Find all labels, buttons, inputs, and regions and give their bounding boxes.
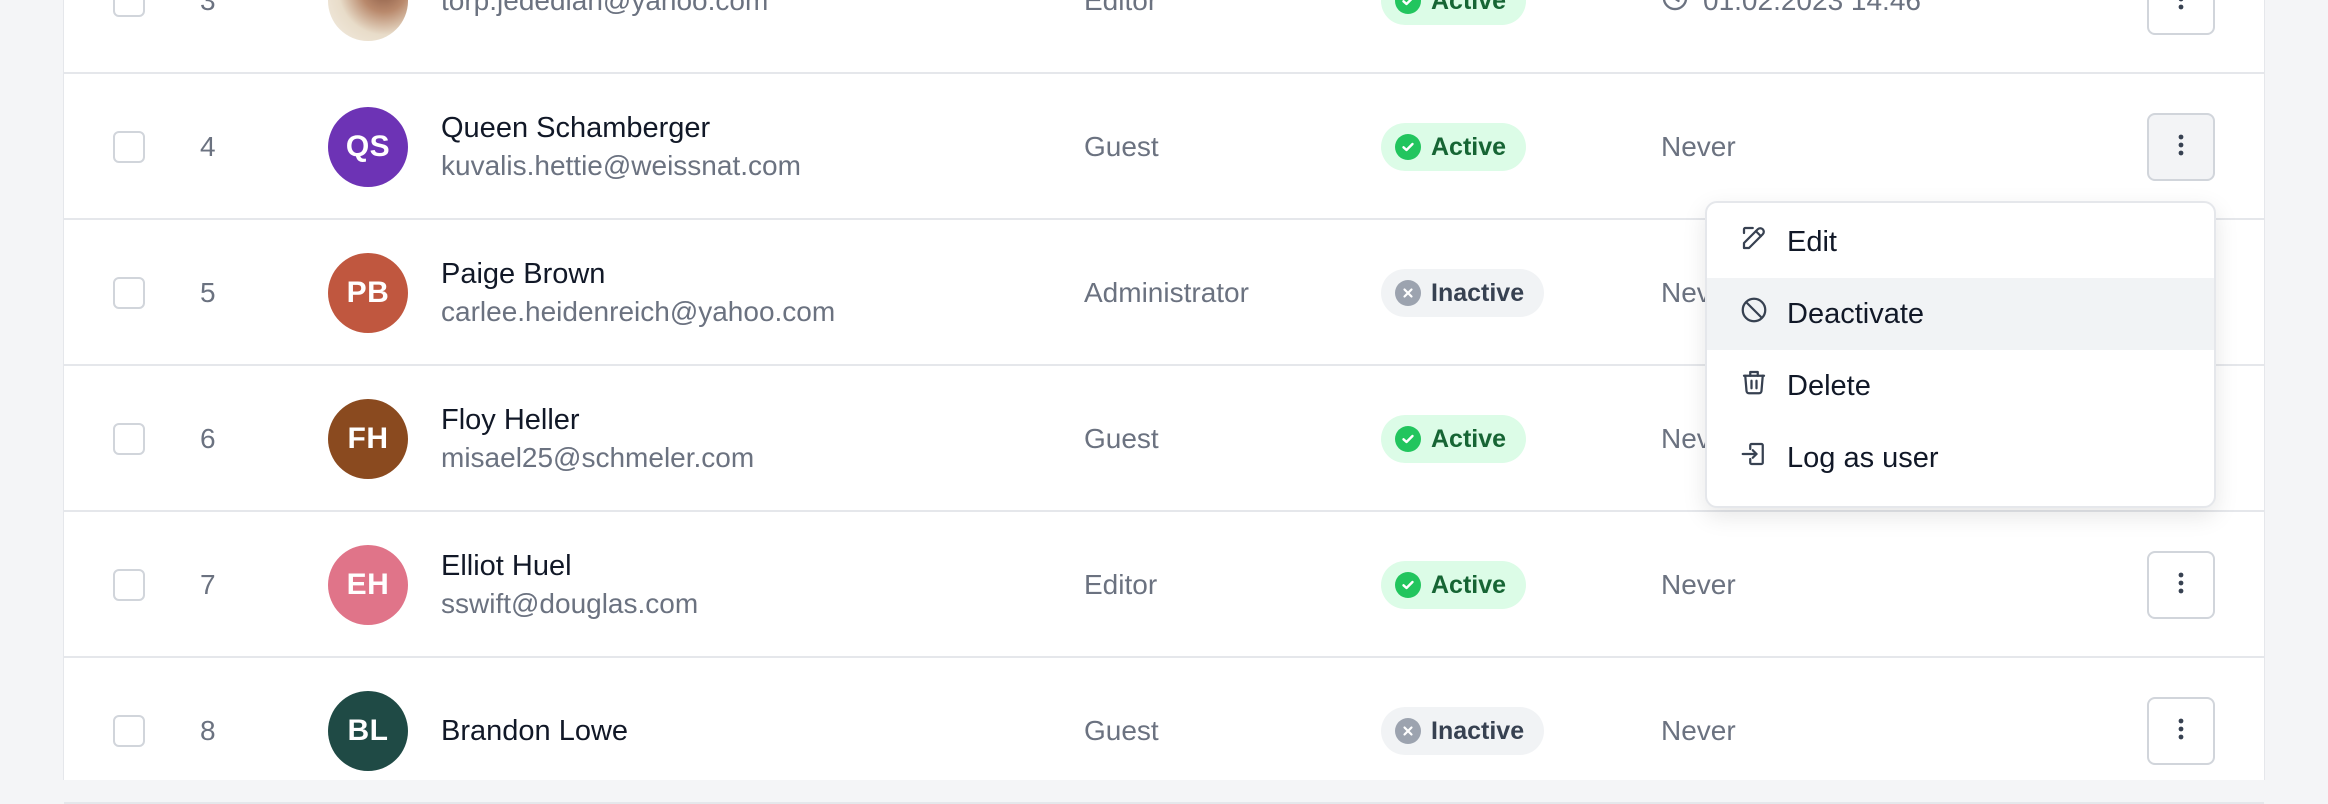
menu-item-edit[interactable]: Edit	[1707, 206, 2214, 278]
avatar: EH	[328, 545, 408, 625]
row-index: 8	[200, 715, 216, 746]
more-vertical-icon	[2178, 133, 2184, 162]
table-row: 7 EH Elliot Huel sswift@douglas.com Edit…	[64, 512, 2264, 658]
user-name: Floy Heller	[441, 404, 580, 436]
last-login: Never	[1661, 131, 1736, 162]
row-checkbox[interactable]	[113, 423, 145, 455]
user-name: Brandon Lowe	[441, 715, 629, 747]
user-email: torp.jedediah@yahoo.com	[441, 0, 769, 16]
avatar	[328, 0, 408, 41]
row-actions-button[interactable]	[2147, 113, 2215, 181]
ban-icon	[1739, 295, 1769, 333]
status-badge: Active	[1381, 415, 1527, 463]
user-role: Guest	[1084, 423, 1159, 454]
user-email: kuvalis.hettie@weissnat.com	[441, 150, 801, 181]
row-checkbox[interactable]	[113, 131, 145, 163]
check-circle-icon	[1395, 134, 1421, 160]
x-circle-icon	[1395, 280, 1421, 306]
user-role: Editor	[1084, 0, 1158, 16]
clock-icon	[1661, 0, 1689, 19]
user-name: Queen Schamberger	[441, 112, 711, 144]
last-login: Nev	[1661, 277, 1711, 308]
menu-item-label: Log as user	[1787, 441, 1939, 474]
row-actions-button[interactable]	[2147, 0, 2215, 35]
last-login: Never	[1661, 569, 1736, 600]
status-badge: Inactive	[1381, 269, 1545, 317]
user-email: misael25@schmeler.com	[441, 442, 755, 473]
status-label: Active	[1431, 132, 1507, 161]
user-role: Administrator	[1084, 277, 1249, 308]
status-badge: Active	[1381, 0, 1527, 25]
more-vertical-icon	[2178, 717, 2184, 746]
row-index: 7	[200, 569, 216, 600]
status-badge: Active	[1381, 561, 1527, 609]
status-label: Active	[1431, 424, 1507, 453]
menu-item-label: Edit	[1787, 225, 1837, 258]
row-actions-button[interactable]	[2147, 697, 2215, 765]
row-index: 6	[200, 423, 216, 454]
avatar: PB	[328, 253, 408, 333]
avatar: FH	[328, 399, 408, 479]
user-name: Elliot Huel	[441, 550, 572, 582]
last-login: Nev	[1661, 423, 1711, 454]
more-vertical-icon	[2178, 0, 2184, 16]
status-label: Inactive	[1431, 716, 1525, 745]
check-circle-icon	[1395, 572, 1421, 598]
login-icon	[1739, 439, 1769, 477]
row-actions-menu: Edit Deactivate Delete Log as user	[1705, 201, 2216, 508]
edit-icon	[1739, 223, 1769, 261]
check-circle-icon	[1395, 426, 1421, 452]
row-index: 3	[200, 0, 216, 16]
menu-item-label: Deactivate	[1787, 297, 1925, 330]
status-badge: Inactive	[1381, 707, 1545, 755]
user-email: carlee.heidenreich@yahoo.com	[441, 296, 836, 327]
trash-icon	[1739, 367, 1769, 405]
row-index: 4	[200, 131, 216, 162]
status-label: Inactive	[1431, 278, 1525, 307]
status-label: Active	[1431, 0, 1507, 15]
avatar: BL	[328, 691, 408, 771]
status-label: Active	[1431, 570, 1507, 599]
table-row: 4 QS Queen Schamberger kuvalis.hettie@we…	[64, 74, 2264, 220]
more-vertical-icon	[2178, 571, 2184, 600]
table-row: 3 torp.jedediah@yahoo.com Editor Active …	[64, 0, 2264, 74]
avatar: QS	[328, 107, 408, 187]
user-name: Paige Brown	[441, 258, 606, 290]
user-role: Guest	[1084, 131, 1159, 162]
user-role: Editor	[1084, 569, 1158, 600]
row-checkbox[interactable]	[113, 277, 145, 309]
menu-item-delete[interactable]: Delete	[1707, 350, 2214, 422]
row-checkbox[interactable]	[113, 715, 145, 747]
menu-item-deactivate[interactable]: Deactivate	[1707, 278, 2214, 350]
user-email: sswift@douglas.com	[441, 588, 699, 619]
user-role: Guest	[1084, 715, 1159, 746]
row-index: 5	[200, 277, 216, 308]
menu-item-label: Delete	[1787, 369, 1871, 402]
row-checkbox[interactable]	[113, 0, 145, 17]
menu-item-log-as-user[interactable]: Log as user	[1707, 422, 2214, 494]
last-login: 01.02.2023 14:46	[1703, 0, 1921, 16]
row-actions-button[interactable]	[2147, 551, 2215, 619]
x-circle-icon	[1395, 718, 1421, 744]
check-circle-icon	[1395, 0, 1421, 14]
status-badge: Active	[1381, 123, 1527, 171]
last-login: Never	[1661, 715, 1736, 746]
row-checkbox[interactable]	[113, 569, 145, 601]
table-row: 8 BL Brandon Lowe Guest Inactive Never	[64, 658, 2264, 804]
